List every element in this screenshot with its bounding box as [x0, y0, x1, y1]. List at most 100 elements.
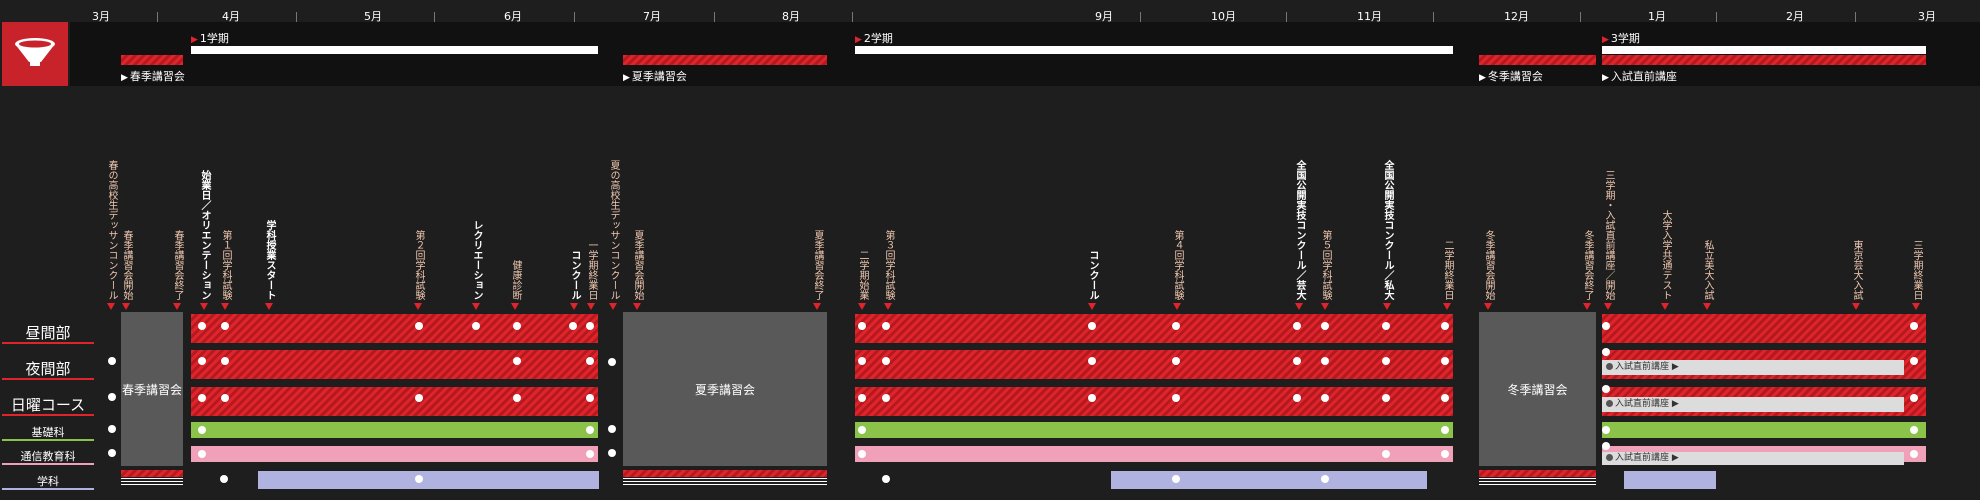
event-arrow — [1321, 303, 1329, 310]
exam-prep-tag-sunday: 入試直前講座 ▶ — [1602, 397, 1904, 412]
term2-label: ▶ 2学期 — [855, 32, 893, 45]
event-marker: 第５回学科試験 — [1318, 138, 1332, 310]
term2-bar — [855, 46, 1453, 54]
event-label: 東京芸大入試 — [1851, 240, 1862, 300]
event-arrow — [1383, 303, 1391, 310]
schedule-dot — [1321, 322, 1329, 330]
event-label: 春季講習会終了 — [172, 230, 183, 300]
schedule-dot — [1910, 394, 1918, 402]
event-arrow — [1912, 303, 1920, 310]
event-arrow — [1443, 303, 1451, 310]
schedule-dot — [608, 358, 616, 366]
month-tick — [1580, 12, 1581, 22]
summer-session-label: ▶ 夏季講習会 — [623, 70, 687, 83]
schedule-dot — [1321, 357, 1329, 365]
event-label: 大学入学共通テスト — [1660, 210, 1671, 300]
event-arrow — [813, 303, 821, 310]
schedule-dot — [1293, 394, 1301, 402]
row-label-evening: 夜間部 — [25, 360, 71, 378]
event-marker: 夏季講習会終了 — [810, 138, 824, 310]
event-arrow — [884, 303, 892, 310]
schedule-dot — [1172, 357, 1180, 365]
event-label: 第５回学科試験 — [1320, 230, 1331, 300]
schedule-dot — [586, 394, 594, 402]
schedule-dot — [882, 475, 890, 483]
spring-session-label: ▶ 春季講習会 — [121, 70, 185, 83]
schedule-dot — [1910, 357, 1918, 365]
schedule-dot — [1088, 357, 1096, 365]
event-label: 第３回学科試験 — [883, 230, 894, 300]
schedule-dot — [1293, 322, 1301, 330]
schedule-dot — [1172, 475, 1180, 483]
schedule-dot — [472, 322, 480, 330]
row-underline-evening — [2, 378, 94, 380]
month-tick — [1286, 12, 1287, 22]
month-label: 2月 — [1786, 10, 1804, 23]
schedule-dot — [1321, 475, 1329, 483]
event-marker: 冬季講習会終了 — [1580, 138, 1594, 310]
event-marker: 全国公開実技コンクール／芸大 — [1292, 138, 1306, 310]
event-marker: 始業日／オリエンテーション — [197, 138, 211, 310]
event-arrow — [221, 303, 229, 310]
event-label: レクリエーション — [471, 220, 482, 300]
term1-bar — [191, 46, 598, 54]
event-marker: 学科授業スタート — [262, 138, 276, 310]
month-label: 6月 — [504, 10, 522, 23]
schedule-dot — [1602, 385, 1610, 393]
session-academic-stripes — [1479, 478, 1596, 487]
event-marker: 夏の高校生デッサンコンクール — [606, 138, 620, 310]
schedule-dot — [513, 394, 521, 402]
event-arrow — [1295, 303, 1303, 310]
schedule-dot — [858, 450, 866, 458]
event-arrow — [1661, 303, 1669, 310]
month-label: 4月 — [222, 10, 240, 23]
row-underline-sunday — [2, 414, 94, 416]
schedule-dot — [586, 357, 594, 365]
event-label: 私立美大入試 — [1702, 240, 1713, 300]
schedule-dot — [198, 450, 206, 458]
term1-label: ▶ 1学期 — [191, 32, 229, 45]
schedule-dot — [415, 475, 423, 483]
summer-session-block: 夏季講習会 — [623, 312, 827, 466]
event-label: 始業日／オリエンテーション — [199, 170, 210, 300]
bar-daytime — [191, 314, 598, 343]
session-academic-hatch — [1479, 470, 1596, 477]
event-label: 第２回学科試験 — [413, 230, 424, 300]
event-arrow — [587, 303, 595, 310]
schedule-dot — [586, 450, 594, 458]
session-academic-stripes — [623, 478, 827, 487]
month-label: 11月 — [1357, 10, 1382, 23]
event-arrow — [609, 303, 617, 310]
event-marker: 第３回学科試験 — [881, 138, 895, 310]
winter-session-block: 冬季講習会 — [1479, 312, 1596, 466]
month-label: 7月 — [643, 10, 661, 23]
session-academic-hatch — [121, 470, 183, 477]
schedule-dot — [858, 357, 866, 365]
bar-correspondence — [191, 446, 598, 462]
event-marker: コンクール — [567, 138, 581, 310]
event-arrow — [107, 303, 115, 310]
month-tick — [1716, 12, 1717, 22]
event-arrow — [265, 303, 273, 310]
term3-label: ▶ 3学期 — [1602, 32, 1640, 45]
event-marker: 冬季講習会開始 — [1481, 138, 1495, 310]
schedule-dot — [221, 357, 229, 365]
event-label: 二学期終業日 — [1442, 240, 1453, 300]
bar-academic — [1111, 471, 1427, 489]
row-underline-daytime — [2, 342, 94, 344]
month-tick — [852, 12, 853, 22]
schedule-dot — [198, 394, 206, 402]
event-label: 第４回学科試験 — [1172, 230, 1183, 300]
exam-prep-tag-correspondence: 入試直前講座 ▶ — [1602, 452, 1904, 465]
schedule-dot — [858, 426, 866, 434]
schedule-dot — [882, 394, 890, 402]
schedule-dot — [1088, 322, 1096, 330]
schedule-dot — [858, 322, 866, 330]
month-label: 5月 — [364, 10, 382, 23]
schedule-dot — [220, 475, 228, 483]
event-label: 夏の高校生デッサンコンクール — [608, 160, 619, 300]
event-arrow — [414, 303, 422, 310]
annual-schedule-chart: 3月 4月 5月 6月 7月 8月 9月 10月 11月 12月 1月 2月 3月 ▶ 春季講習会 ▶ 1学… — [0, 0, 1980, 500]
schedule-dot — [1382, 357, 1390, 365]
bar-daytime — [1602, 314, 1926, 343]
